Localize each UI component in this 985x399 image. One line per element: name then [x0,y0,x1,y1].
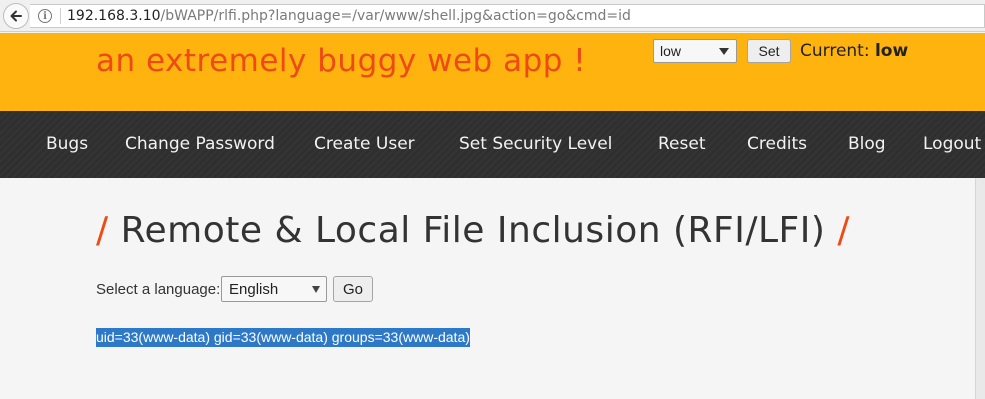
address-bar[interactable]: i 192.168.3.10/bWAPP/rlfi.php?language=/… [30,4,985,28]
nav-item-logout[interactable]: Logout [923,134,981,154]
url-text: 192.168.3.10/bWAPP/rlfi.php?language=/va… [67,8,631,24]
set-button[interactable]: Set [747,39,791,63]
current-value: low [874,41,909,61]
chevron-down-icon [719,48,729,55]
browser-toolbar: i 192.168.3.10/bWAPP/rlfi.php?language=/… [0,0,985,32]
security-level-select[interactable]: low [653,39,737,63]
url-path: /bWAPP/rlfi.php?language=/var/www/shell.… [160,8,631,24]
back-arrow-icon [10,10,22,22]
url-host: 192.168.3.10 [67,8,161,24]
language-select-value: English [229,280,279,298]
security-level-value: low [660,43,682,59]
nav-item-create-user[interactable]: Create User [314,134,415,154]
title-slash-left: / [96,210,109,251]
language-select[interactable]: English [221,276,327,302]
nav-item-bugs[interactable]: Bugs [46,134,88,154]
nav-item-change-password[interactable]: Change Password [125,134,275,154]
back-button[interactable] [3,3,29,29]
page-title: / Remote & Local File Inclusion (RFI/LFI… [96,210,850,251]
main-nav: Bugs Change Password Create User Set Sec… [0,111,985,178]
go-button[interactable]: Go [333,276,373,302]
nav-item-set-security-level[interactable]: Set Security Level [459,134,612,154]
info-icon[interactable]: i [38,9,52,23]
nav-item-credits[interactable]: Credits [747,134,807,154]
divider [60,8,61,24]
language-label: Select a language: [96,281,221,298]
site-header: an extremely buggy web app ! low Set Cur… [0,33,985,111]
command-output: uid=33(www-data) gid=33(www-data) groups… [96,328,470,347]
chevron-down-icon [312,286,320,293]
nav-item-blog[interactable]: Blog [848,134,886,154]
scrollbar[interactable] [975,178,985,399]
current-label: Current: [800,41,870,61]
main-content: / Remote & Local File Inclusion (RFI/LFI… [0,178,975,399]
nav-item-reset[interactable]: Reset [658,134,706,154]
site-tagline: an extremely buggy web app ! [96,43,587,79]
current-security-level: Current: low [800,41,908,61]
title-slash-right: / [837,210,851,251]
page-title-text: Remote & Local File Inclusion (RFI/LFI) [120,210,826,251]
